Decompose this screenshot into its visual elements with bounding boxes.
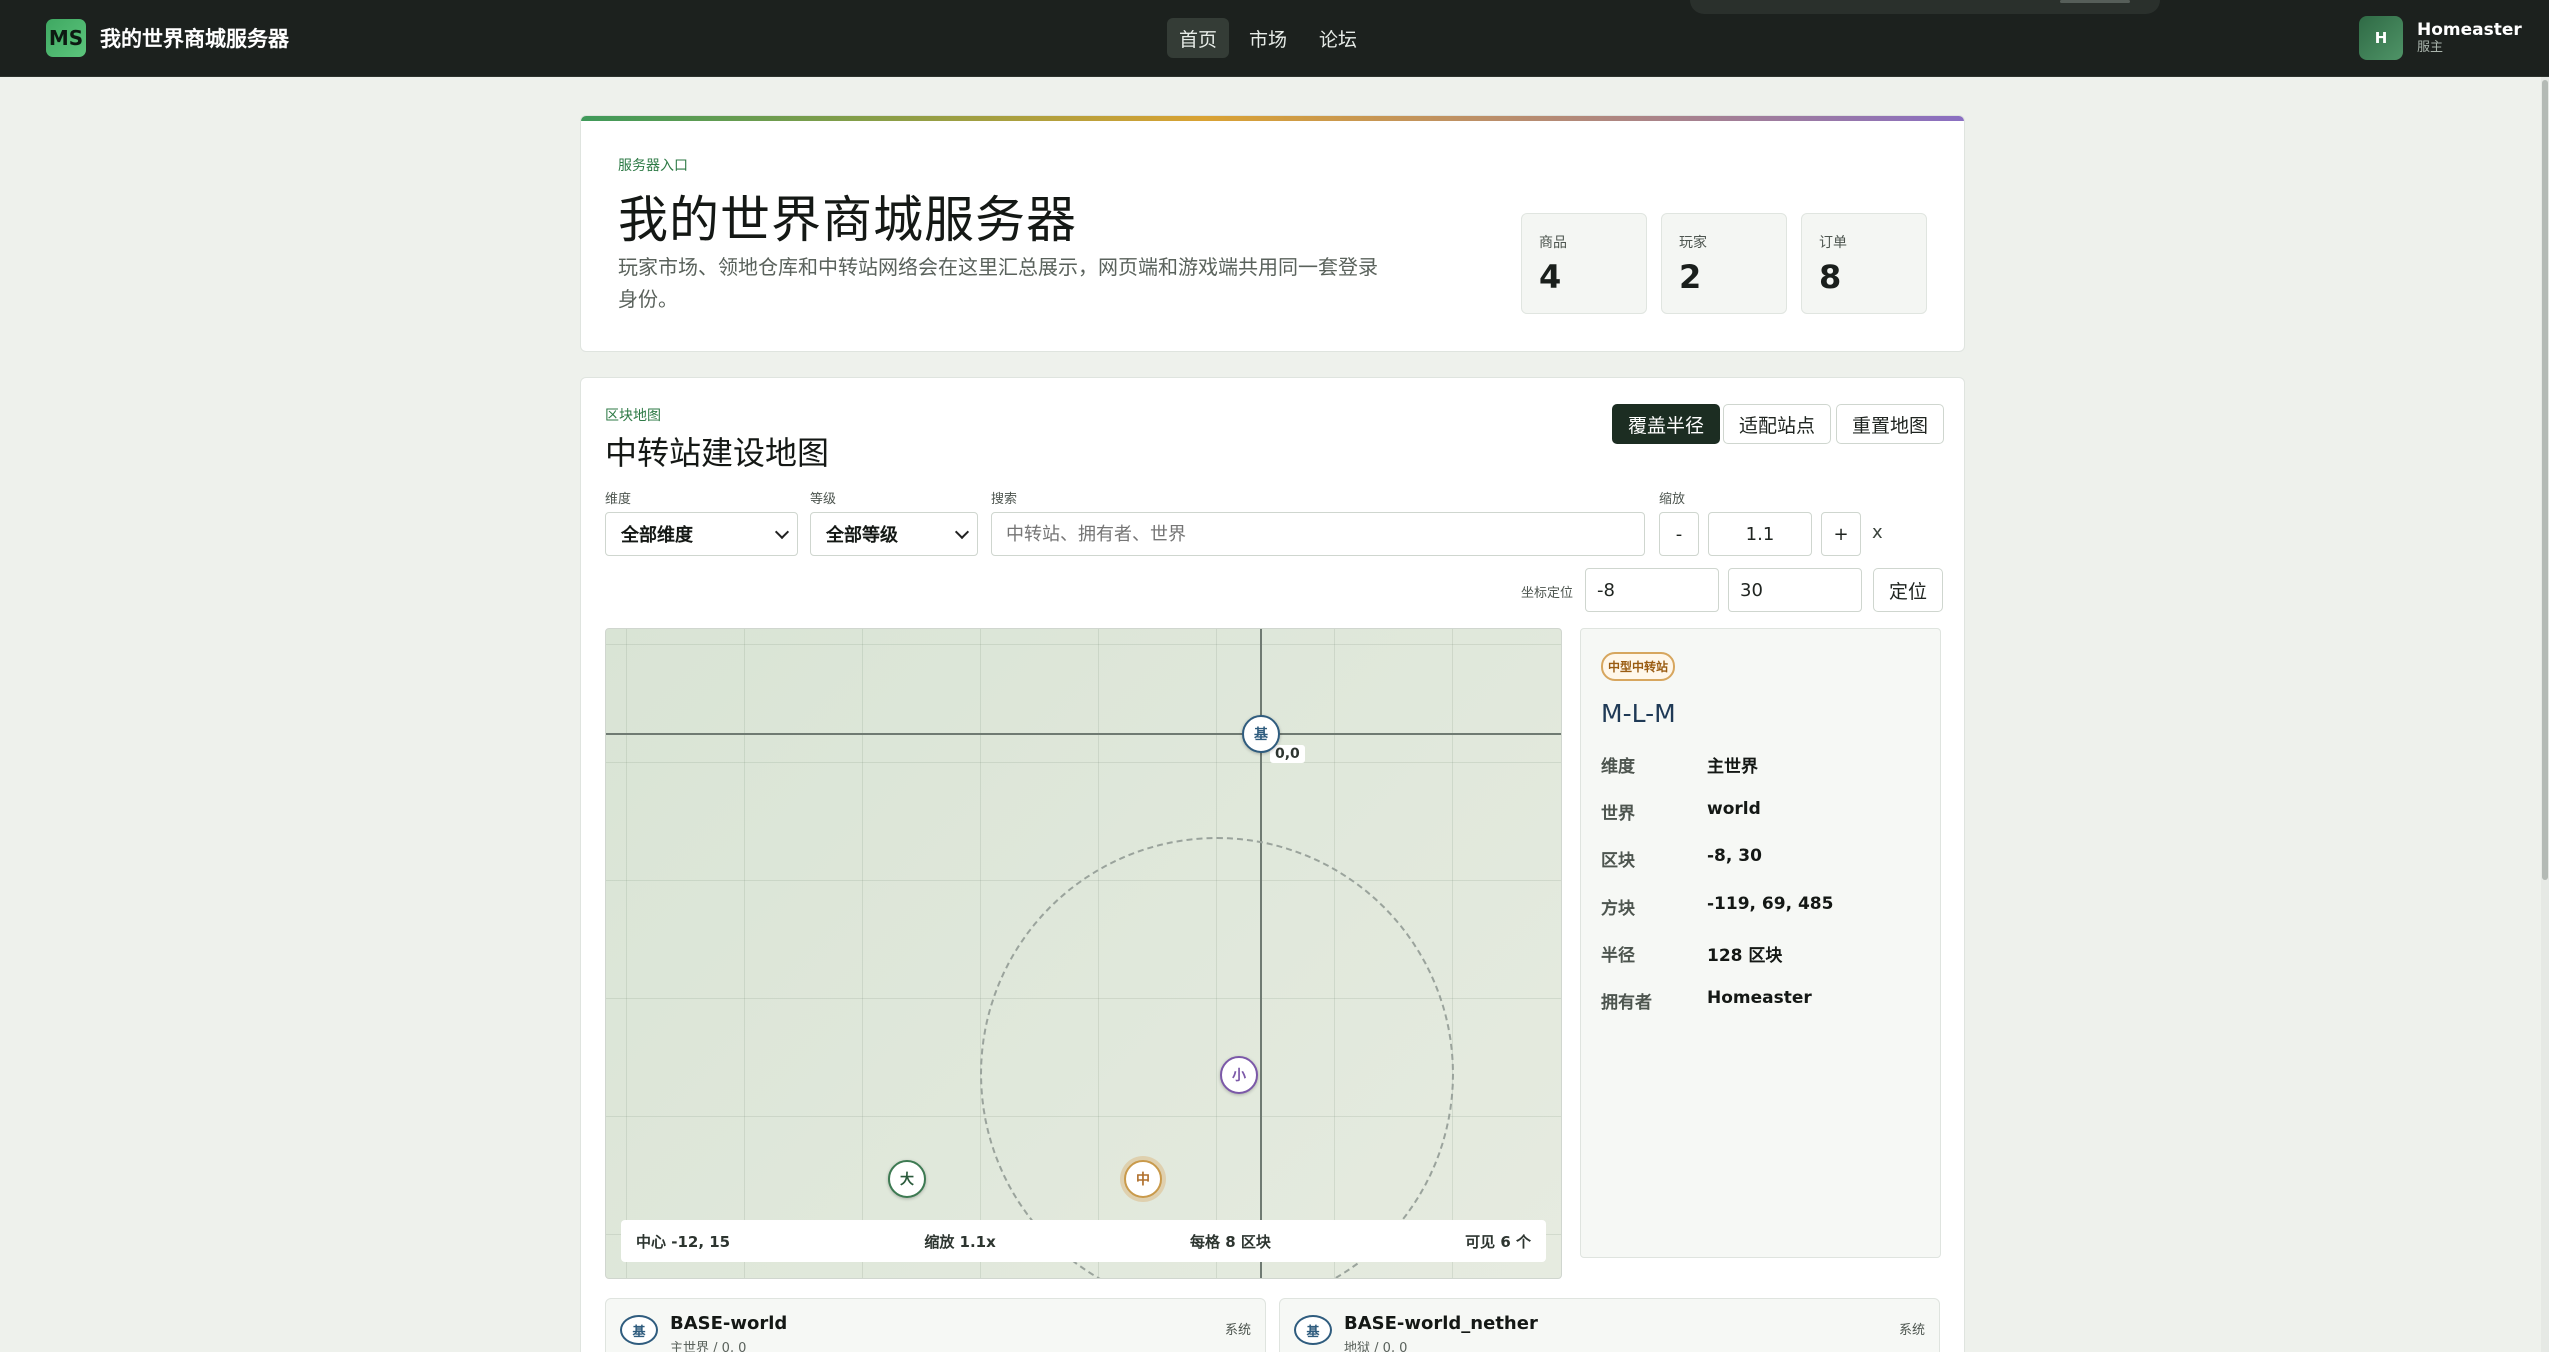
station-detail-panel: 中型中转站 M-L-M 维度 主世界 世界 world 区块 -8, 30 方块… bbox=[1580, 628, 1941, 1258]
detail-label: 维度 bbox=[1601, 757, 1635, 777]
user-info: Homeaster 服主 bbox=[2417, 20, 2522, 56]
brand[interactable]: MS 我的世界商城服务器 bbox=[46, 19, 289, 57]
coord-x-input[interactable] bbox=[1585, 568, 1719, 612]
main-nav: 首页 市场 论坛 bbox=[1167, 18, 1369, 58]
top-overlay-panel bbox=[1690, 0, 2160, 14]
search-input[interactable] bbox=[991, 512, 1645, 556]
detail-label: 方块 bbox=[1601, 899, 1635, 919]
station-card-title: BASE-world bbox=[670, 1313, 788, 1334]
stat-value: 4 bbox=[1539, 258, 1562, 296]
scrollbar-thumb[interactable] bbox=[2542, 80, 2548, 880]
detail-value: 128 区块 bbox=[1707, 946, 1783, 966]
logo: MS bbox=[46, 19, 86, 57]
stat-label: 订单 bbox=[1819, 235, 1847, 251]
map-eyebrow: 区块地图 bbox=[605, 408, 661, 424]
chevron-down-icon bbox=[774, 524, 790, 540]
stat-players: 玩家 2 bbox=[1661, 213, 1787, 314]
station-marker-medium-selected[interactable]: 中 bbox=[1124, 1160, 1162, 1198]
origin-label: 0,0 bbox=[1270, 745, 1305, 763]
stat-value: 8 bbox=[1819, 258, 1842, 296]
dimension-select[interactable]: 全部维度 bbox=[605, 512, 798, 556]
brand-title: 我的世界商城服务器 bbox=[100, 27, 289, 51]
chunk-map-section: 区块地图 中转站建设地图 覆盖半径 适配站点 重置地图 维度 全部维度 等级 全… bbox=[580, 377, 1965, 1352]
station-card-subtitle: 地狱 / 0, 0 bbox=[1344, 1341, 1408, 1352]
detail-row-owner: 拥有者 Homeaster bbox=[1601, 988, 1812, 1013]
coverage-radius-circle bbox=[980, 837, 1454, 1278]
detail-value: -119, 69, 485 bbox=[1707, 894, 1834, 914]
detail-label: 世界 bbox=[1601, 804, 1635, 824]
detail-value: 主世界 bbox=[1707, 757, 1758, 777]
server-entry-card: 服务器入口 我的世界商城服务器 玩家市场、领地仓库和中转站网络会在这里汇总展示，… bbox=[580, 115, 1965, 352]
reset-map-button[interactable]: 重置地图 bbox=[1836, 404, 1945, 444]
user-menu[interactable]: H Homeaster 服主 bbox=[2359, 16, 2522, 60]
stat-products: 商品 4 bbox=[1521, 213, 1647, 314]
level-select[interactable]: 全部等级 bbox=[810, 512, 978, 556]
nav-item-forum[interactable]: 论坛 bbox=[1307, 18, 1369, 58]
hero-title: 我的世界商城服务器 bbox=[618, 191, 1077, 249]
detail-value: Homeaster bbox=[1707, 988, 1812, 1008]
zoom-input[interactable] bbox=[1708, 512, 1812, 556]
stat-label: 商品 bbox=[1539, 235, 1567, 251]
zoom-unit: x bbox=[1872, 522, 1883, 543]
station-card-tag: 系统 bbox=[1224, 1323, 1251, 1338]
top-navigation-bar: MS 我的世界商城服务器 首页 市场 论坛 H Homeaster 服主 bbox=[0, 0, 2549, 77]
coverage-radius-button[interactable]: 覆盖半径 bbox=[1612, 404, 1721, 444]
stat-orders: 订单 8 bbox=[1801, 213, 1927, 314]
station-card-tag: 系统 bbox=[1898, 1323, 1925, 1338]
hero-eyebrow: 服务器入口 bbox=[618, 158, 688, 174]
dimension-select-value: 全部维度 bbox=[621, 525, 693, 546]
search-label: 搜索 bbox=[991, 492, 1018, 507]
detail-value: -8, 30 bbox=[1707, 846, 1762, 866]
station-card-base-world-nether[interactable]: 基 BASE-world_nether 地狱 / 0, 0 系统 bbox=[1279, 1298, 1940, 1352]
nav-item-home[interactable]: 首页 bbox=[1167, 18, 1230, 58]
station-card-title: BASE-world_nether bbox=[1344, 1313, 1538, 1334]
detail-value: world bbox=[1707, 799, 1761, 819]
station-card-subtitle: 主世界 / 0, 0 bbox=[670, 1341, 747, 1352]
nav-item-market[interactable]: 市场 bbox=[1237, 18, 1299, 58]
map-status-bar: 中心 -12, 15 缩放 1.1x 每格 8 区块 可见 6 个 bbox=[621, 1220, 1546, 1262]
map-grid-readout: 每格 8 区块 bbox=[1190, 1232, 1271, 1251]
map-x-axis bbox=[606, 733, 1561, 735]
avatar: H bbox=[2359, 16, 2403, 60]
zoom-out-button[interactable]: - bbox=[1659, 512, 1699, 556]
accent-gradient-bar bbox=[581, 116, 1964, 121]
zoom-label: 缩放 bbox=[1659, 492, 1686, 507]
station-base-icon: 基 bbox=[1294, 1315, 1332, 1345]
detail-row-dimension: 维度 主世界 bbox=[1601, 752, 1758, 777]
detail-row-world: 世界 world bbox=[1601, 799, 1761, 824]
stat-value: 2 bbox=[1679, 258, 1702, 296]
detail-label: 半径 bbox=[1601, 946, 1635, 966]
station-card-base-world[interactable]: 基 BASE-world 主世界 / 0, 0 系统 bbox=[605, 1298, 1266, 1352]
map-center-readout: 中心 -12, 15 bbox=[636, 1232, 731, 1251]
fit-stations-button[interactable]: 适配站点 bbox=[1723, 404, 1832, 444]
locate-button[interactable]: 定位 bbox=[1873, 568, 1944, 612]
user-role: 服主 bbox=[2417, 40, 2444, 55]
detail-row-block: 方块 -119, 69, 485 bbox=[1601, 894, 1833, 919]
map-visible-count: 可见 6 个 bbox=[1465, 1232, 1531, 1251]
level-label: 等级 bbox=[810, 492, 837, 507]
hero-description: 玩家市场、领地仓库和中转站网络会在这里汇总展示，网页端和游戏端共用同一套登录身份… bbox=[618, 255, 1378, 311]
coord-z-input[interactable] bbox=[1728, 568, 1862, 612]
detail-row-radius: 半径 128 区块 bbox=[1601, 941, 1782, 966]
chevron-down-icon bbox=[954, 524, 970, 540]
user-name: Homeaster bbox=[2417, 20, 2522, 40]
station-marker-base[interactable]: 基 bbox=[1242, 715, 1280, 753]
map-title: 中转站建设地图 bbox=[605, 434, 830, 472]
level-select-value: 全部等级 bbox=[826, 525, 898, 546]
zoom-in-button[interactable]: + bbox=[1821, 512, 1861, 556]
detail-label: 区块 bbox=[1601, 851, 1635, 871]
coordinate-locate-label: 坐标定位 bbox=[1521, 586, 1574, 601]
chunk-map-canvas[interactable]: 0,0 基 小 大 中 中心 -12, 15 缩放 1.1x 每格 8 区块 可… bbox=[605, 628, 1562, 1279]
dimension-label: 维度 bbox=[605, 492, 632, 507]
station-marker-small[interactable]: 小 bbox=[1220, 1056, 1258, 1094]
stat-label: 玩家 bbox=[1679, 235, 1707, 251]
map-zoom-readout: 缩放 1.1x bbox=[924, 1232, 996, 1251]
station-level-badge: 中型中转站 bbox=[1601, 652, 1676, 681]
station-base-icon: 基 bbox=[620, 1315, 658, 1345]
detail-row-chunk: 区块 -8, 30 bbox=[1601, 846, 1762, 871]
detail-label: 拥有者 bbox=[1601, 993, 1652, 1013]
station-marker-large[interactable]: 大 bbox=[888, 1160, 926, 1198]
station-name: M-L-M bbox=[1601, 699, 1676, 728]
